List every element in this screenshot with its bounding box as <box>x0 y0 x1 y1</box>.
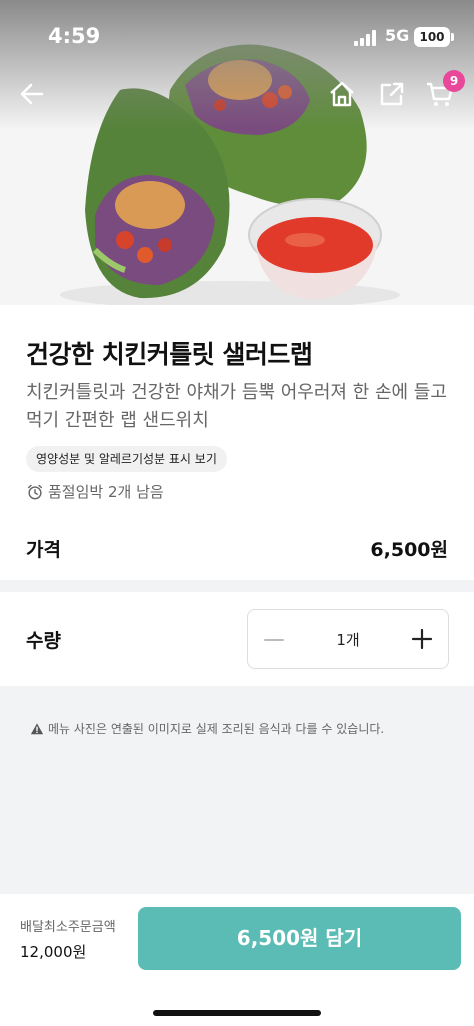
stock-notice: 품절임박 2개 남음 <box>26 481 164 502</box>
bottom-bar: 배달최소주문금액 12,000원 6,500원 담기 <box>0 894 474 1026</box>
home-indicator[interactable] <box>153 1010 321 1016</box>
price-value: 6,500원 <box>370 539 448 561</box>
back-arrow-icon[interactable] <box>16 78 48 110</box>
network-type: 5G <box>385 26 410 45</box>
share-icon[interactable] <box>376 78 408 110</box>
stock-notice-text: 품절임박 2개 남음 <box>48 483 164 501</box>
disclaimer-text: 메뉴 사진은 연출된 이미지로 실제 조리된 음식과 다를 수 있습니다. <box>48 722 385 736</box>
warning-icon <box>30 722 44 734</box>
cart-count-badge: 9 <box>443 70 465 92</box>
product-image: 4:59 5G 100 9 <box>0 0 474 305</box>
minus-icon[interactable] <box>262 628 286 652</box>
signal-icon <box>354 30 380 46</box>
quantity-value: 1개 <box>336 631 360 649</box>
product-info: 건강한 치킨커틀릿 샐러드랩 치킨커틀릿과 건강한 야채가 듬뿍 어우러져 한 … <box>0 305 474 580</box>
quantity-stepper: 1개 <box>247 609 449 669</box>
min-order-label: 배달최소주문금액 <box>20 920 116 935</box>
price-label: 가격 <box>26 539 61 561</box>
product-title: 건강한 치킨커틀릿 샐러드랩 <box>26 340 313 369</box>
min-order-value: 12,000원 <box>20 943 87 961</box>
battery-icon: 100 <box>414 27 454 47</box>
nutrition-info-link[interactable]: 영양성분 및 알레르기성분 표시 보기 <box>26 446 227 472</box>
status-bar: 4:59 5G 100 <box>0 0 474 60</box>
alarm-clock-icon <box>27 484 43 499</box>
plus-icon[interactable] <box>410 627 434 651</box>
quantity-section: 수량 1개 <box>0 592 474 686</box>
add-to-cart-button[interactable]: 6,500원 담기 <box>138 907 461 970</box>
status-time: 4:59 <box>48 24 101 48</box>
quantity-label: 수량 <box>26 630 61 652</box>
product-description: 치킨커틀릿과 건강한 야채가 듬뿍 어우러져 한 손에 들고 먹기 간편한 랩 … <box>26 382 447 431</box>
image-disclaimer: 메뉴 사진은 연출된 이미지로 실제 조리된 음식과 다를 수 있습니다. <box>30 720 384 737</box>
home-icon[interactable] <box>326 78 358 110</box>
